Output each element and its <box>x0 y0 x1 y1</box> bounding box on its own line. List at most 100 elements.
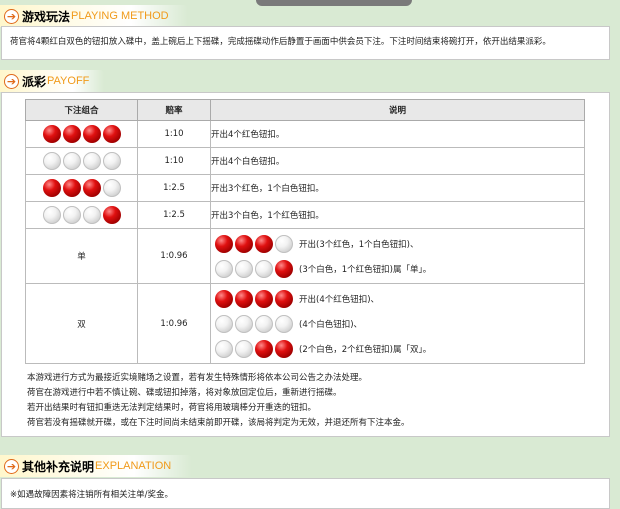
payoff-title-en: PAYOFF <box>47 75 90 87</box>
top-scroll-handle <box>256 0 412 6</box>
red-button-chip-icon <box>62 125 81 143</box>
white-button-chip-icon <box>255 314 273 333</box>
white-button-chip-icon <box>275 234 293 253</box>
ball-group <box>215 314 293 333</box>
rules-panel: 荷官将4颗红白双色的钮扣放入碟中，盖上碗后上下摇碟，完成摇碟动作后静置于画面中供… <box>1 26 610 60</box>
desc-line: 开出(3个红色，1个白色钮扣)、 <box>211 231 584 256</box>
white-button-chip-icon <box>215 314 233 333</box>
red-button-chip-icon <box>215 234 233 253</box>
red-button-chip-icon <box>255 339 273 358</box>
table-row: 1:10 开出4个白色钮扣。 <box>25 147 585 175</box>
desc-line: (4个白色钮扣)、 <box>211 311 584 336</box>
arrow-right-icon: ➔ <box>4 458 19 474</box>
red-button-chip-icon <box>82 125 101 143</box>
payoff-title: 派彩 <box>22 74 47 89</box>
note-line: 本游戏进行方式为最接近实境赌场之设置，若有发生特殊情形将依本公司公告之办法处理。 <box>27 373 368 383</box>
ball-group <box>215 259 293 278</box>
white-button-chip-icon <box>215 339 233 358</box>
white-button-chip-icon <box>235 339 253 358</box>
note-line: 若开出结果时有钮扣重迭无法判定结果时，荷官将用玻璃棒分开重迭的钮扣。 <box>27 403 317 413</box>
note-line: 荷官在游戏进行中若不慎让碗、碟或钮扣掉落，将对象放回定位后，重新进行摇碟。 <box>27 388 342 398</box>
rules-title-en: PLAYING METHOD <box>71 10 169 22</box>
combo-label: 单 <box>25 228 138 284</box>
white-button-chip-icon <box>235 314 253 333</box>
white-button-chip-icon <box>255 259 273 278</box>
red-button-chip-icon <box>255 234 273 253</box>
payoff-header: ➔ 派彩 PAYOFF <box>0 70 89 92</box>
red-button-chip-icon <box>235 289 253 308</box>
rules-text: 荷官将4颗红白双色的钮扣放入碟中，盖上碗后上下摇碟，完成摇碟动作后静置于画面中供… <box>10 37 551 47</box>
table-row: 1:2.5 开出3个白色，1个红色钮扣。 <box>25 201 585 229</box>
combo-cell <box>25 147 138 175</box>
ball-group <box>215 234 293 253</box>
arrow-right-icon: ➔ <box>4 73 19 89</box>
desc-cell: 开出4个白色钮扣。 <box>210 147 585 175</box>
other-text: ※如遇故障因素将注销所有相关注单/奖金。 <box>10 490 173 500</box>
ball-group <box>215 339 293 358</box>
odds-cell: 1:10 <box>137 120 211 148</box>
desc-cell: 开出3个白色，1个红色钮扣。 <box>210 201 585 229</box>
arrow-right-icon: ➔ <box>4 8 19 24</box>
red-button-chip-icon <box>102 125 121 143</box>
white-button-chip-icon <box>62 206 81 224</box>
desc-cell: 开出4个红色钮扣。 <box>210 120 585 148</box>
red-button-chip-icon <box>275 339 293 358</box>
combo-cell <box>25 120 138 148</box>
ball-group <box>215 289 293 308</box>
rules-title: 游戏玩法 <box>22 9 71 24</box>
desc-line-text: (2个白色，2个红色钮扣)属「双」。 <box>299 344 432 355</box>
ball-group <box>26 152 137 170</box>
col-header-odds: 赔率 <box>137 99 211 121</box>
desc-cell: 开出3个红色，1个白色钮扣。 <box>210 174 585 202</box>
other-title: 其他补充说明 <box>22 459 95 474</box>
ball-group <box>26 179 137 197</box>
desc-line-text: 开出(3个红色，1个白色钮扣)、 <box>299 239 419 250</box>
combo-cell <box>25 174 138 202</box>
red-button-chip-icon <box>275 259 293 278</box>
table-row-even: 双 1:0.96 开出(4个红色钮扣)、 (4个白色钮扣)、 (2个白色，2个红色钮扣)… <box>25 283 585 364</box>
other-title-en: EXPLANATION <box>95 460 172 472</box>
col-header-combo: 下注组合 <box>25 99 138 121</box>
white-button-chip-icon <box>62 152 81 170</box>
odds-cell: 1:0.96 <box>137 283 211 364</box>
red-button-chip-icon <box>275 289 293 308</box>
odds-cell: 1:2.5 <box>137 174 211 202</box>
odds-cell: 1:0.96 <box>137 228 211 284</box>
desc-line-text: (3个白色，1个红色钮扣)属「单」。 <box>299 264 432 275</box>
red-button-chip-icon <box>42 125 61 143</box>
desc-line-text: (4个白色钮扣)、 <box>299 319 363 330</box>
desc-line: (2个白色，2个红色钮扣)属「双」。 <box>211 336 584 361</box>
ball-group <box>26 206 137 224</box>
desc-cell: 开出(3个红色，1个白色钮扣)、 (3个白色，1个红色钮扣)属「单」。 <box>210 228 585 284</box>
red-button-chip-icon <box>255 289 273 308</box>
combo-cell <box>25 201 138 229</box>
white-button-chip-icon <box>102 152 121 170</box>
desc-line: (3个白色，1个红色钮扣)属「单」。 <box>211 256 584 281</box>
note-line: 荷官若没有摇碟就开碟，或在下注时间尚未结束前即开碟，该局将判定为无效，并退还所有… <box>27 418 410 428</box>
white-button-chip-icon <box>82 206 101 224</box>
col-header-desc: 说明 <box>210 99 585 121</box>
white-button-chip-icon <box>102 179 121 197</box>
white-button-chip-icon <box>275 314 293 333</box>
red-button-chip-icon <box>42 179 61 197</box>
payoff-notes: 本游戏进行方式为最接近实境赌场之设置，若有发生特殊情形将依本公司公告之办法处理。… <box>27 371 410 431</box>
other-header: ➔ 其他补充说明 EXPLANATION <box>0 455 171 477</box>
red-button-chip-icon <box>82 179 101 197</box>
table-row: 1:2.5 开出3个红色，1个白色钮扣。 <box>25 174 585 202</box>
rules-header: ➔ 游戏玩法 PLAYING METHOD <box>0 5 169 27</box>
ball-group <box>26 125 137 143</box>
combo-label: 双 <box>25 283 138 364</box>
white-button-chip-icon <box>235 259 253 278</box>
payoff-table: 下注组合 赔率 说明 1:10 开出4个红色钮扣。 1:10 开出4个白色钮扣。 1:2… <box>25 99 585 364</box>
red-button-chip-icon <box>235 234 253 253</box>
white-button-chip-icon <box>215 259 233 278</box>
table-header-row: 下注组合 赔率 说明 <box>25 99 585 121</box>
red-button-chip-icon <box>215 289 233 308</box>
table-row-odd: 单 1:0.96 开出(3个红色，1个白色钮扣)、 (3个白色，1个红色钮扣)属「单」… <box>25 228 585 284</box>
white-button-chip-icon <box>42 206 61 224</box>
white-button-chip-icon <box>42 152 61 170</box>
odds-cell: 1:10 <box>137 147 211 175</box>
desc-line-text: 开出(4个红色钮扣)、 <box>299 294 380 305</box>
red-button-chip-icon <box>62 179 81 197</box>
odds-cell: 1:2.5 <box>137 201 211 229</box>
